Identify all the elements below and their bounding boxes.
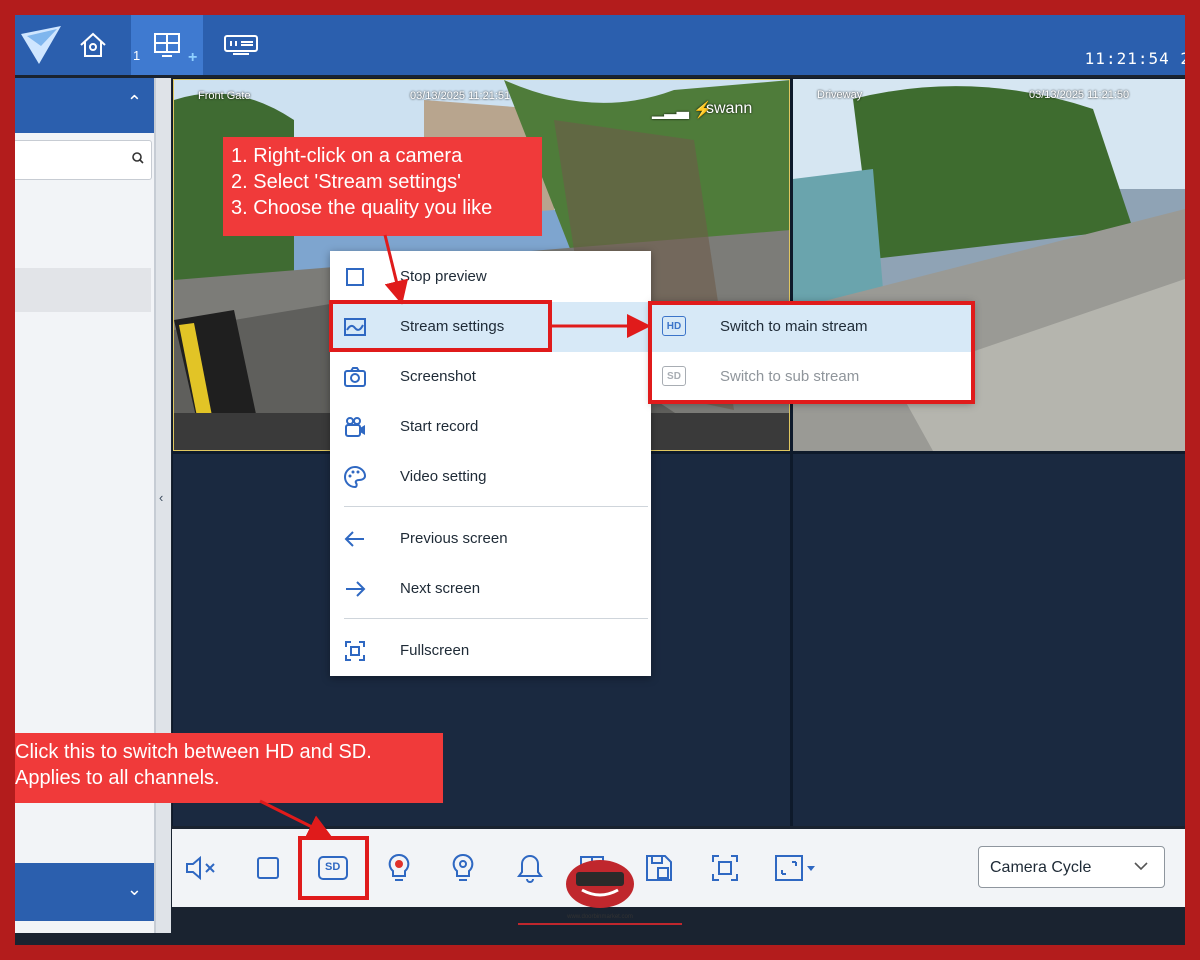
- collapse-up-icon[interactable]: ⌃: [127, 92, 142, 113]
- camera-cycle-select[interactable]: Camera Cycle: [978, 846, 1165, 888]
- menu-item-label: Next screen: [400, 580, 481, 597]
- layout-badge: 1: [133, 48, 141, 63]
- highlight-sd-button: [298, 836, 369, 900]
- highlight-stream-settings: [329, 300, 552, 352]
- camera-timestamp: 03/13/2025 11:21:50: [1029, 89, 1130, 101]
- fullscreen-button[interactable]: [708, 851, 742, 885]
- chevron-down-icon: [1134, 862, 1148, 871]
- signal-battery-icon: ▁▂▃ ⚡: [652, 102, 714, 119]
- fullscreen-icon: [712, 855, 738, 881]
- square-icon: [346, 268, 364, 286]
- clock-display: 11:21:54 2: [1084, 49, 1185, 68]
- save-icon: [646, 855, 672, 881]
- stop-all-button[interactable]: [251, 851, 285, 885]
- hint-line: Click this to switch between HD and SD.: [15, 741, 372, 763]
- camera-icon: [344, 367, 366, 387]
- menu-item-screenshot[interactable]: Screenshot: [330, 352, 651, 402]
- menu-divider: [344, 506, 648, 507]
- sidebar-header[interactable]: ⌃: [15, 78, 154, 133]
- hint-line: Applies to all channels.: [15, 767, 220, 789]
- instruction-step: 2. Select 'Stream settings': [231, 171, 461, 193]
- bottom-accent-line: [518, 923, 682, 925]
- menu-item-label: Screenshot: [400, 368, 476, 385]
- bulb-icon: [452, 853, 474, 881]
- instruction-step: 3. Choose the quality you like: [231, 197, 493, 219]
- sidebar-footer[interactable]: ⌄: [15, 863, 154, 921]
- menu-item-label: Start record: [400, 418, 479, 435]
- camera-cycle-value: Camera Cycle: [990, 859, 1092, 876]
- menu-item-label: Video setting: [400, 468, 487, 485]
- square-icon: [257, 857, 279, 879]
- menu-item-label: Stop preview: [400, 268, 487, 285]
- store-logo-icon: [566, 860, 634, 908]
- device-sidebar: ⌃ ⌄: [15, 78, 156, 933]
- device-icon[interactable]: [221, 15, 261, 75]
- talk-button[interactable]: [382, 851, 416, 885]
- grid-icon: [154, 33, 180, 57]
- speaker-mute-icon: [186, 855, 215, 881]
- expand-down-icon[interactable]: ⌄: [127, 879, 142, 900]
- bulb-alert-icon: [388, 853, 410, 881]
- sidebar-item-selected[interactable]: [15, 268, 151, 312]
- camera-timestamp: 03/13/2025 11:21:51: [410, 90, 511, 102]
- highlight-submenu: [648, 301, 975, 404]
- top-toolbar: 1 + 11:21:54 2: [15, 15, 1185, 75]
- search-icon[interactable]: [131, 151, 145, 165]
- search-input[interactable]: [15, 140, 152, 180]
- camera-name-label: Driveway: [817, 89, 863, 101]
- menu-item-start-record[interactable]: Start record: [330, 402, 651, 452]
- watermark-url: www.doorbinmarket.com: [567, 914, 633, 920]
- camera-name-label: Front Gate: [198, 90, 251, 102]
- light-button[interactable]: [446, 851, 480, 885]
- app-logo-icon: [15, 15, 65, 75]
- fullscreen-icon: [345, 641, 365, 661]
- bell-icon: [517, 854, 543, 883]
- aspect-ratio-icon: [775, 855, 815, 881]
- sidebar-collapse-handle[interactable]: ‹: [156, 78, 171, 933]
- menu-item-fullscreen[interactable]: Fullscreen: [330, 626, 651, 676]
- palette-icon: [344, 465, 367, 489]
- siren-button[interactable]: [513, 851, 547, 885]
- watermark-logo: www.doorbinmarket.com: [558, 856, 642, 926]
- arrow-right-icon: [346, 581, 366, 597]
- hint-callout: Click this to switch between HD and SD. …: [15, 733, 443, 803]
- add-view-button[interactable]: +: [188, 49, 197, 67]
- save-layout-button[interactable]: [642, 851, 676, 885]
- chevron-left-icon[interactable]: ‹: [159, 490, 163, 505]
- arrow-left-icon: [344, 531, 364, 547]
- instruction-step: 1. Right-click on a camera: [231, 145, 463, 167]
- menu-item-previous-screen[interactable]: Previous screen: [330, 514, 651, 564]
- menu-item-stop-preview[interactable]: Stop preview: [330, 252, 651, 302]
- menu-item-label: Fullscreen: [400, 642, 470, 659]
- home-icon[interactable]: [73, 15, 113, 75]
- menu-divider: [344, 618, 648, 619]
- menu-item-next-screen[interactable]: Next screen: [330, 564, 651, 614]
- aspect-ratio-button[interactable]: [772, 851, 818, 885]
- menu-item-label: Previous screen: [400, 530, 508, 547]
- menu-item-video-setting[interactable]: Video setting: [330, 452, 651, 502]
- mute-button[interactable]: [184, 851, 218, 885]
- camera-tile-empty[interactable]: [793, 454, 1185, 826]
- video-camera-icon: [345, 417, 365, 437]
- camera-brand-logo: swann: [706, 100, 753, 117]
- instruction-callout: 1. Right-click on a camera 2. Select 'St…: [223, 137, 542, 236]
